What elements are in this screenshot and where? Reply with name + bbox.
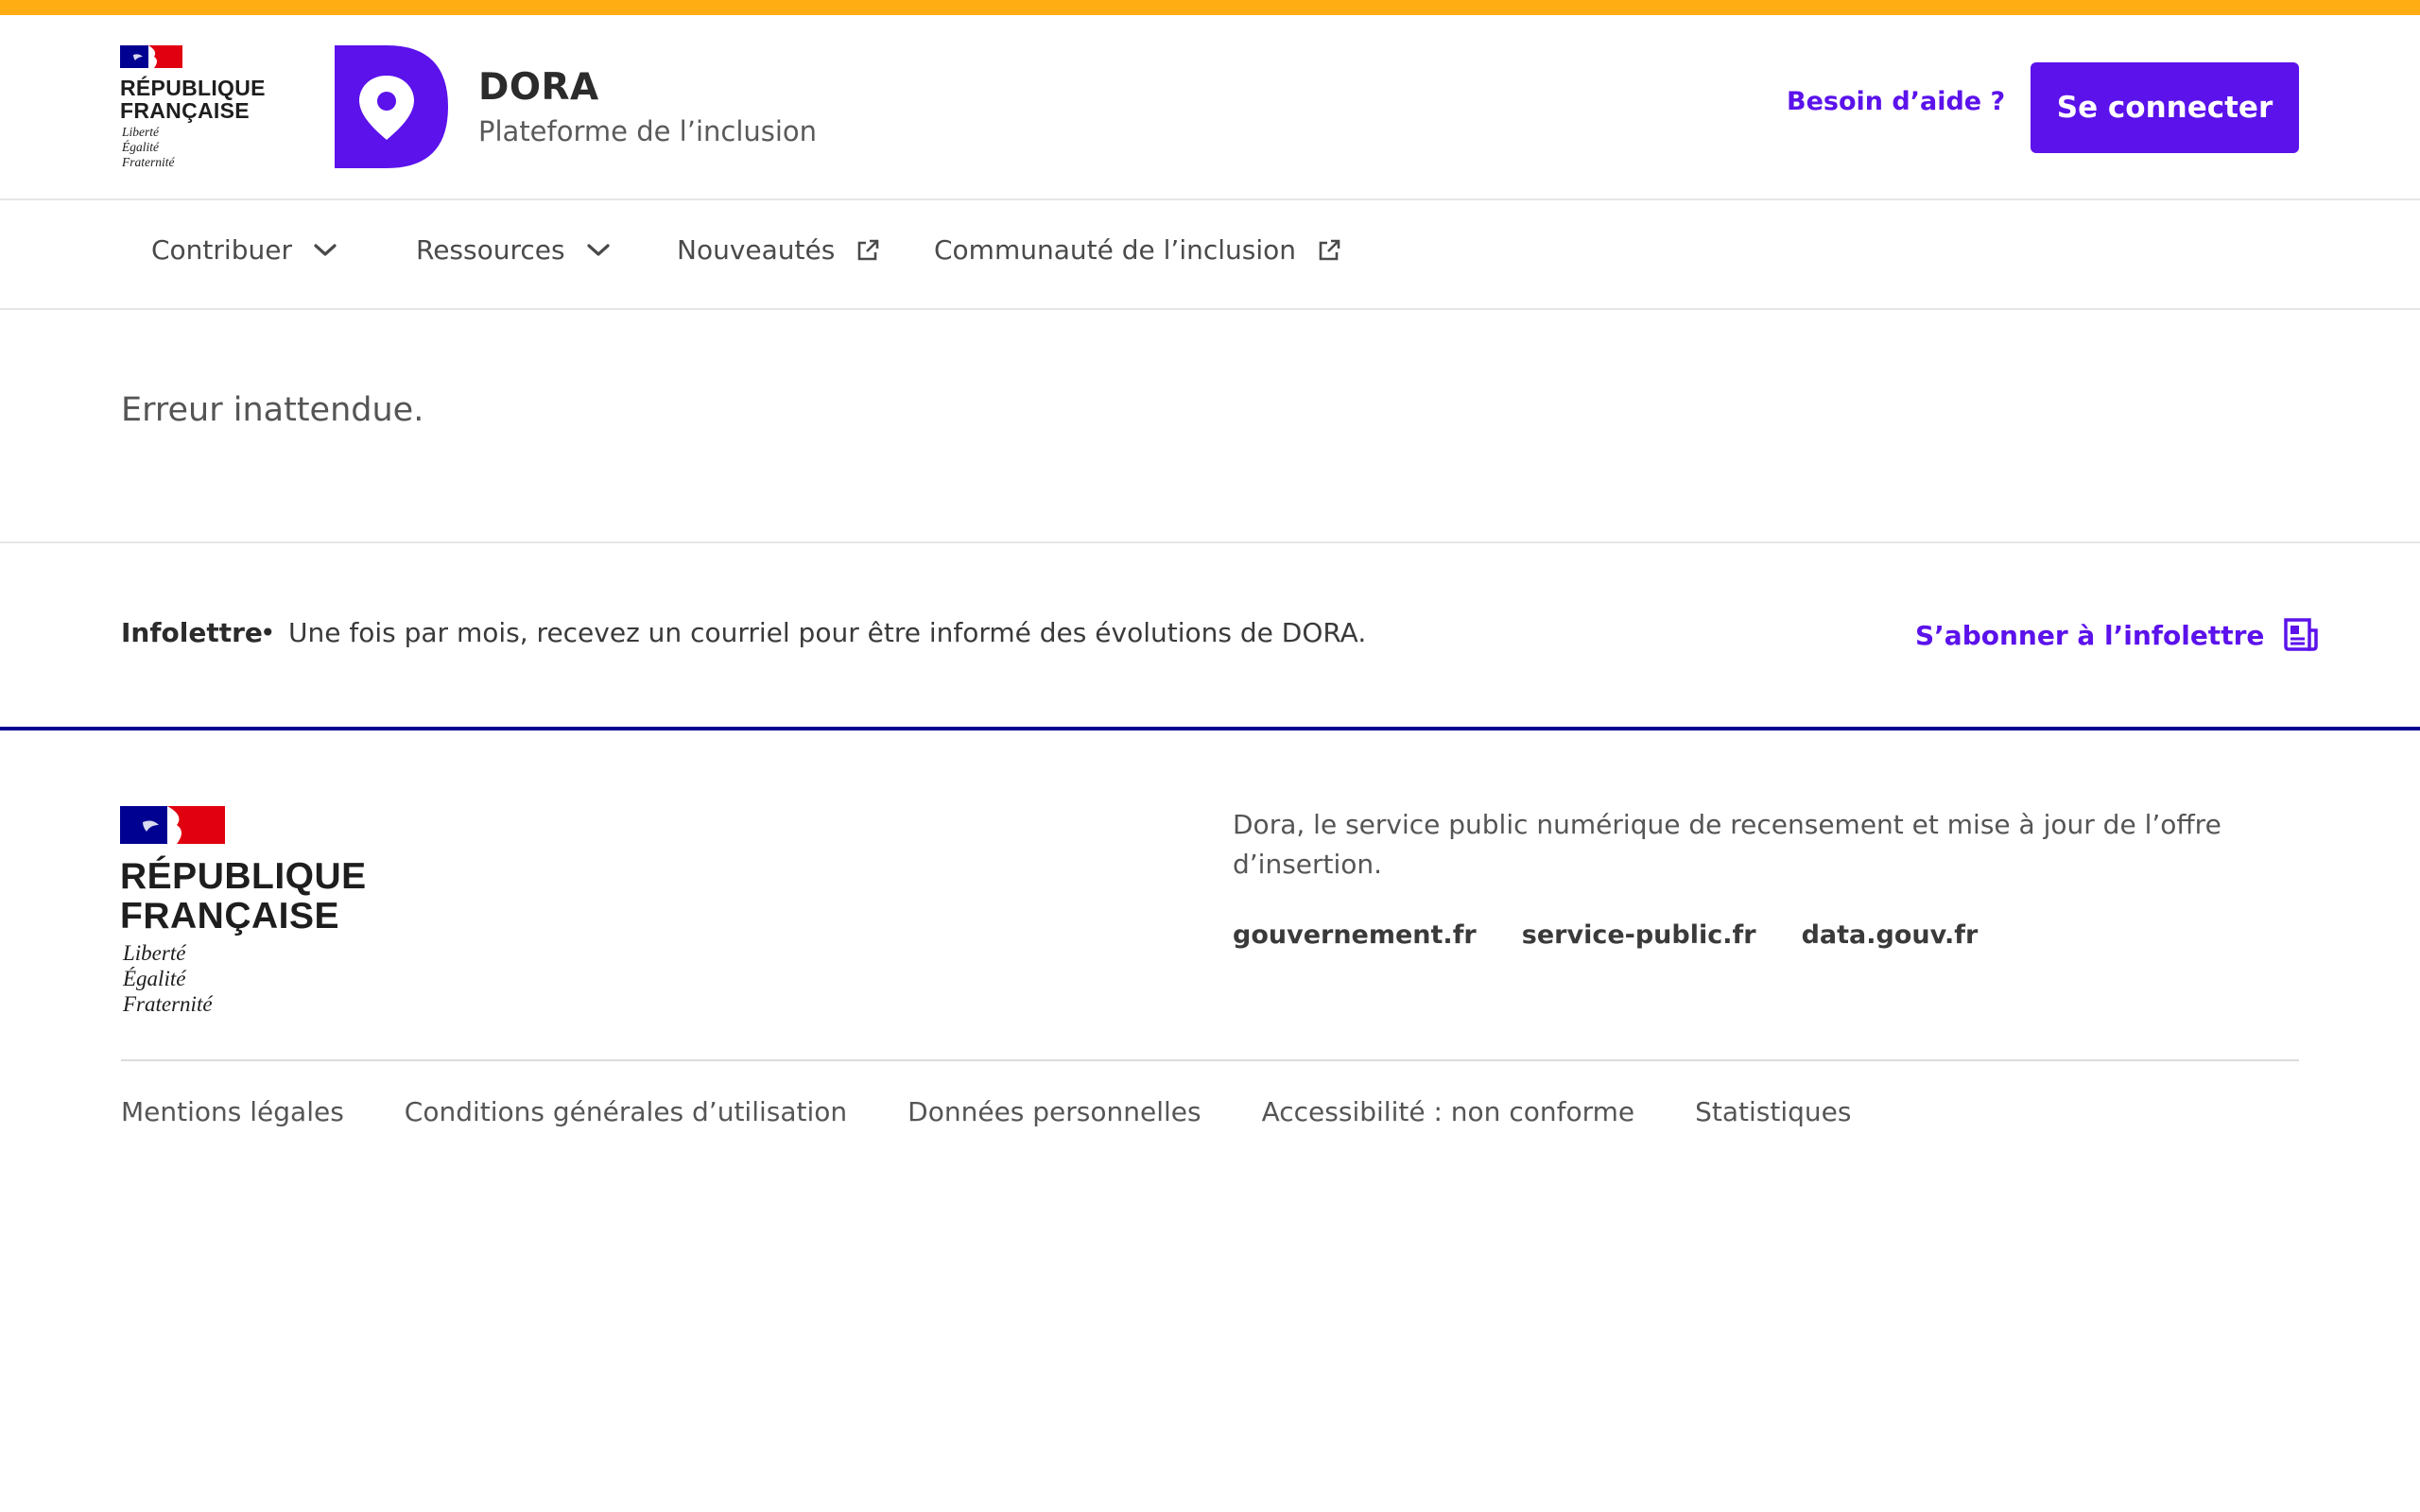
nav-item-nouveautes[interactable]: Nouveautés (677, 234, 880, 266)
nav-item-label: Ressources (416, 234, 565, 266)
footer-link-accessibilite[interactable]: Accessibilité : non conforme (1262, 1096, 1635, 1127)
error-message: Erreur inattendue. (121, 391, 424, 429)
help-link[interactable]: Besoin d’aide ? (1787, 87, 2005, 116)
newsletter-label: Infolettre (121, 617, 263, 648)
login-button[interactable]: Se connecter (2031, 62, 2299, 153)
newsletter-banner: Infolettre • Une fois par mois, recevez … (0, 543, 2420, 730)
footer-link-gouvernement[interactable]: gouvernement.fr (1233, 920, 1477, 950)
newsletter-subscribe-label: S’abonner à l’infolettre (1915, 619, 2265, 651)
republique-francaise-footer-logo[interactable]: RÉPUBLIQUE FRANÇAISE Liberté Égalité Fra… (120, 806, 366, 1023)
footer-link-service-public[interactable]: service-public.fr (1522, 920, 1756, 950)
newsletter-subscribe-link[interactable]: S’abonner à l’infolettre (1915, 615, 2321, 655)
gov-motto: Liberté Égalité Fraternité (122, 125, 175, 169)
footer-bottom-links: Mentions légales Conditions générales d’… (121, 1096, 1851, 1127)
footer-link-statistiques[interactable]: Statistiques (1695, 1096, 1851, 1127)
footer-link-donnees-personnelles[interactable]: Données personnelles (908, 1096, 1201, 1127)
footer-link-mentions-legales[interactable]: Mentions légales (121, 1096, 344, 1127)
footer-link-cgu[interactable]: Conditions générales d’utilisation (405, 1096, 847, 1127)
nav-item-communaute[interactable]: Communauté de l’inclusion (934, 234, 1341, 266)
main-nav: Contribuer Ressources Nouveautés Communa… (0, 200, 2420, 310)
footer-divider (121, 1059, 2299, 1061)
site-header: RÉPUBLIQUE FRANÇAISE Liberté Égalité Fra… (0, 15, 2420, 200)
gov-title: RÉPUBLIQUE FRANÇAISE (120, 76, 266, 123)
chevron-down-icon (314, 243, 337, 256)
external-link-icon (1319, 239, 1340, 260)
external-link-icon (858, 239, 879, 260)
dora-logo-icon[interactable] (335, 45, 448, 168)
brand-title: DORA (478, 66, 599, 109)
newsletter-separator: • (260, 617, 276, 648)
footer-link-data-gouv[interactable]: data.gouv.fr (1802, 920, 1979, 950)
nav-item-ressources[interactable]: Ressources (416, 234, 611, 266)
chevron-down-icon (586, 243, 610, 256)
marianne-flag-icon (120, 45, 182, 68)
gov-motto: Liberté Égalité Fraternité (123, 941, 213, 1016)
nav-item-label: Nouveautés (677, 234, 836, 266)
footer-description: Dora, le service public numérique de rec… (1233, 809, 2221, 880)
nav-item-label: Communauté de l’inclusion (934, 234, 1297, 266)
marianne-flag-icon (120, 806, 225, 844)
nav-item-contribuer[interactable]: Contribuer (151, 234, 337, 266)
newsletter-text: Une fois par mois, recevez un courriel p… (288, 617, 1367, 648)
gov-title: RÉPUBLIQUE FRANÇAISE (120, 856, 367, 936)
top-accent-bar (0, 0, 2420, 15)
brand-tagline: Plateforme de l’inclusion (478, 115, 818, 147)
newspaper-icon (2284, 618, 2319, 651)
nav-item-label: Contribuer (151, 234, 292, 266)
footer-gov-links: gouvernement.fr service-public.fr data.g… (1233, 920, 1978, 950)
